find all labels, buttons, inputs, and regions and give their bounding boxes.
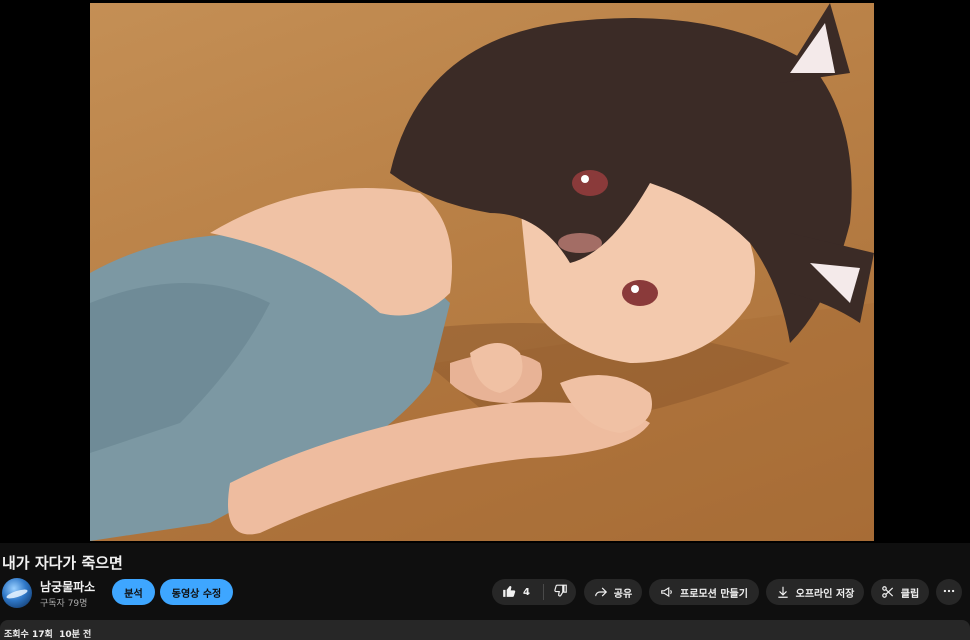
- offline-save-button[interactable]: 오프라인 저장: [766, 579, 864, 605]
- scissors-icon: [881, 585, 895, 599]
- description-box[interactable]: [0, 620, 970, 640]
- offline-save-label: 오프라인 저장: [795, 588, 855, 600]
- channel-avatar[interactable]: [2, 578, 32, 608]
- subscriber-count: 구독자 79명: [40, 599, 88, 609]
- video-title: 내가 자다가 죽으면: [2, 554, 123, 572]
- megaphone-icon: [660, 585, 674, 599]
- analytics-button[interactable]: 분석: [112, 579, 155, 605]
- like-dislike-group: 4: [492, 579, 576, 605]
- like-button[interactable]: 4: [492, 579, 530, 605]
- promote-button[interactable]: 프로모션 만들기: [649, 579, 759, 605]
- description-meta: 조회수 17회 10분 전: [4, 627, 91, 640]
- thumbs-up-icon: [502, 583, 516, 602]
- thumbs-down-icon: [554, 583, 568, 602]
- share-label: 공유: [613, 588, 633, 600]
- share-icon: [594, 585, 608, 599]
- promote-label: 프로모션 만들기: [680, 588, 748, 600]
- clip-label: 클립: [900, 588, 920, 600]
- clip-button[interactable]: 클립: [871, 579, 929, 605]
- more-actions-button[interactable]: [936, 579, 962, 605]
- download-icon: [776, 585, 790, 599]
- video-frame[interactable]: [90, 3, 874, 541]
- dislike-button[interactable]: [544, 579, 568, 605]
- edit-video-button[interactable]: 동영상 수정: [160, 579, 233, 605]
- video-player[interactable]: [0, 0, 970, 543]
- share-button[interactable]: 공유: [584, 579, 642, 605]
- more-horizontal-icon: [942, 583, 956, 602]
- anime-girl-illustration: [90, 3, 874, 541]
- channel-name[interactable]: 남궁물파소: [40, 578, 95, 595]
- like-count: 4: [523, 586, 530, 598]
- upload-time: 10분 전: [59, 630, 92, 640]
- view-count: 조회수 17회: [4, 630, 53, 640]
